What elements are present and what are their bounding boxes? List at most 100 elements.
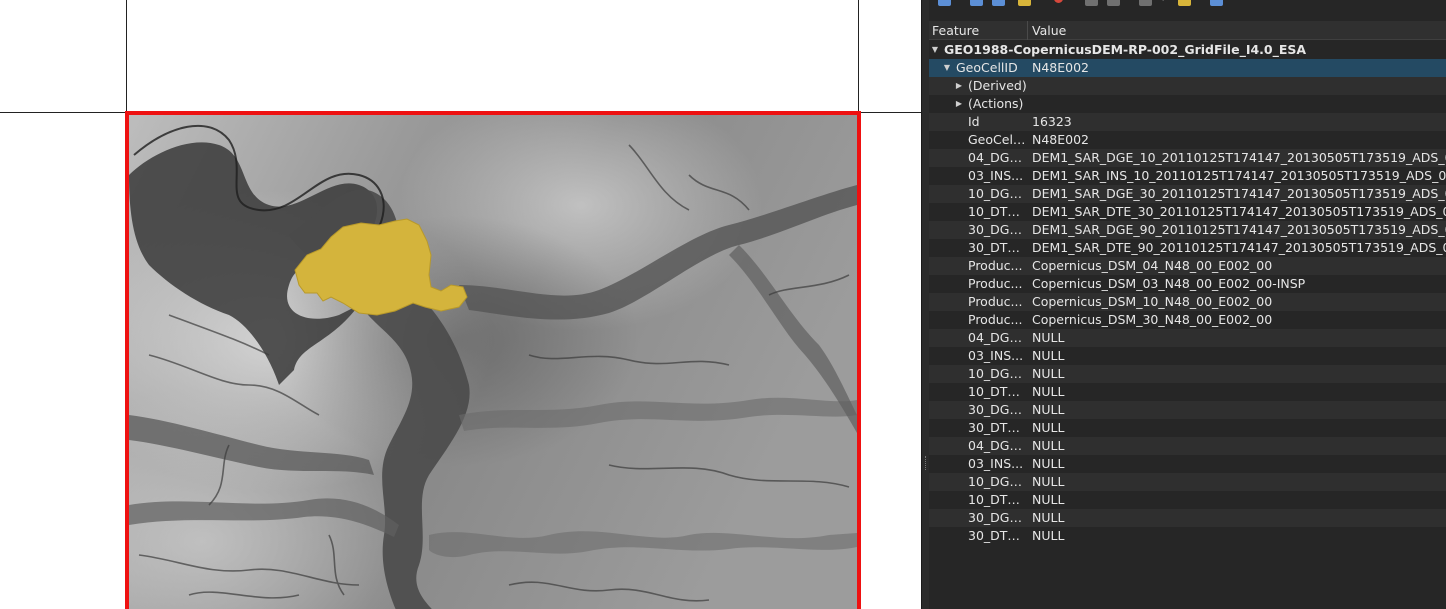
feature-value: NULL	[1032, 348, 1065, 363]
tree-row-geocellid[interactable]: ▼ GeoCellID N48E002	[929, 59, 1446, 77]
tree-row[interactable]: 03_INS... NULL	[929, 455, 1446, 473]
tree-row[interactable]: 30_DTE... DEM1_SAR_DTE_90_20110125T17414…	[929, 239, 1446, 257]
tree-row[interactable]: 10_DGE... NULL	[929, 365, 1446, 383]
map-canvas[interactable]	[0, 0, 921, 609]
collapsed-arrow-icon[interactable]: ▶	[954, 95, 964, 113]
tree-row[interactable]: 10_DTE... NULL	[929, 491, 1446, 509]
layer-name: GEO1988-CopernicusDEM-RP-002_GridFile_I4…	[944, 42, 1307, 57]
help-icon[interactable]	[1210, 0, 1223, 6]
grid-line	[858, 0, 859, 112]
feature-name: 10_DGE...	[968, 366, 1026, 381]
feature-name: 30_DTE...	[968, 420, 1026, 435]
feature-name: 30_DGE...	[968, 222, 1026, 237]
feature-value: NULL	[1032, 438, 1065, 453]
feature-value: NULL	[1032, 492, 1065, 507]
copy-feature-icon[interactable]	[1085, 0, 1098, 6]
selected-dem-tile[interactable]	[125, 111, 861, 609]
feature-name: 03_INS...	[968, 348, 1024, 363]
feature-column-header[interactable]: Feature	[932, 23, 979, 38]
tree-row[interactable]: Id 16323	[929, 113, 1446, 131]
feature-name: 10_DGE...	[968, 474, 1026, 489]
results-header: Feature Value	[929, 21, 1446, 40]
expand-new-icon[interactable]	[1018, 0, 1031, 6]
tree-row[interactable]: 30_DGE... DEM1_SAR_DGE_90_20110125T17414…	[929, 221, 1446, 239]
tree-row[interactable]: 04_DGE... NULL	[929, 437, 1446, 455]
feature-value: DEM1_SAR_DGE_30_20110125T174147_20130505…	[1032, 186, 1446, 201]
feature-value: NULL	[1032, 366, 1065, 381]
tree-row[interactable]: 04_DGE... DEM1_SAR_DGE_10_20110125T17414…	[929, 149, 1446, 167]
feature-name: (Actions)	[968, 96, 1024, 111]
value-column-header[interactable]: Value	[1032, 23, 1066, 38]
tree-row[interactable]: GeoCell... N48E002	[929, 131, 1446, 149]
feature-name: Id	[968, 114, 980, 129]
feature-value: DEM1_SAR_DTE_30_20110125T174147_20130505…	[1032, 204, 1446, 219]
identify-results-icon[interactable]	[938, 0, 951, 6]
expanded-arrow-icon[interactable]: ▼	[930, 41, 940, 59]
feature-value: 16323	[1032, 114, 1072, 129]
column-divider[interactable]	[1027, 21, 1028, 40]
feature-value: DEM1_SAR_DTE_90_20110125T174147_20130505…	[1032, 240, 1446, 255]
feature-value: NULL	[1032, 330, 1065, 345]
splitter-grip[interactable]	[925, 456, 927, 470]
feature-name: GeoCell...	[968, 132, 1026, 147]
feature-value: Copernicus_DSM_03_N48_00_E002_00-INSP	[1032, 276, 1306, 291]
feature-value: DEM1_SAR_INS_10_20110125T174147_20130505…	[1032, 168, 1446, 183]
tree-row[interactable]: 10_DGE... DEM1_SAR_DGE_30_20110125T17414…	[929, 185, 1446, 203]
feature-name: 04_DGE...	[968, 150, 1026, 165]
feature-name: 30_DTE...	[968, 240, 1026, 255]
identify-settings-icon[interactable]	[1178, 0, 1191, 6]
tree-row[interactable]: ▶ (Actions)	[929, 95, 1446, 113]
collapse-tree-icon[interactable]	[992, 0, 1005, 6]
clear-results-icon[interactable]	[1054, 0, 1063, 3]
tree-row[interactable]: 30_DGE... NULL	[929, 509, 1446, 527]
dem-raster	[129, 115, 857, 609]
select-features-icon[interactable]	[1139, 0, 1152, 6]
tree-row[interactable]: Produc... Copernicus_DSM_30_N48_00_E002_…	[929, 311, 1446, 329]
feature-value: NULL	[1032, 402, 1065, 417]
feature-name: 04_DGE...	[968, 438, 1026, 453]
tree-row[interactable]: 30_DGE... NULL	[929, 401, 1446, 419]
tree-row[interactable]: 10_DGE... NULL	[929, 473, 1446, 491]
tree-row[interactable]: 03_INS... DEM1_SAR_INS_10_20110125T17414…	[929, 167, 1446, 185]
panel-splitter[interactable]	[921, 0, 929, 609]
tree-row[interactable]: 10_DTE... DEM1_SAR_DTE_30_20110125T17414…	[929, 203, 1446, 221]
layer-node[interactable]: ▼ GEO1988-CopernicusDEM-RP-002_GridFile_…	[929, 41, 1446, 59]
feature-value: N48E002	[1032, 60, 1090, 75]
tree-row[interactable]: 03_INS... NULL	[929, 347, 1446, 365]
feature-value: DEM1_SAR_DGE_10_20110125T174147_20130505…	[1032, 150, 1446, 165]
feature-value: Copernicus_DSM_04_N48_00_E002_00	[1032, 258, 1273, 273]
feature-name: 03_INS...	[968, 456, 1024, 471]
collapsed-arrow-icon[interactable]: ▶	[954, 77, 964, 95]
tree-row[interactable]: 10_DTE... NULL	[929, 383, 1446, 401]
chevron-down-icon[interactable]: ▼	[1160, 0, 1166, 2]
expand-tree-icon[interactable]	[970, 0, 983, 6]
identify-results-panel: ▼ Feature Value ▼ GEO1988-CopernicusDEM-…	[929, 0, 1446, 609]
feature-name: (Derived)	[968, 78, 1027, 93]
feature-value: NULL	[1032, 528, 1065, 543]
identify-toolbar: ▼	[929, 0, 1446, 10]
feature-name: Produc...	[968, 312, 1023, 327]
expanded-arrow-icon[interactable]: ▼	[942, 59, 952, 77]
feature-name: 10_DTE...	[968, 492, 1026, 507]
feature-name: 03_INS...	[968, 168, 1024, 183]
feature-name: Produc...	[968, 294, 1023, 309]
feature-value: Copernicus_DSM_10_N48_00_E002_00	[1032, 294, 1273, 309]
feature-value: NULL	[1032, 510, 1065, 525]
feature-name: 30_DGE...	[968, 402, 1026, 417]
tree-row[interactable]: Produc... Copernicus_DSM_04_N48_00_E002_…	[929, 257, 1446, 275]
feature-value: NULL	[1032, 456, 1065, 471]
tree-row[interactable]: 30_DTE... NULL	[929, 419, 1446, 437]
feature-name: 10_DTE...	[968, 384, 1026, 399]
feature-name: 10_DGE...	[968, 186, 1026, 201]
tree-row[interactable]: 30_DTE... NULL	[929, 527, 1446, 545]
feature-value: NULL	[1032, 474, 1065, 489]
feature-value: DEM1_SAR_DGE_90_20110125T174147_20130505…	[1032, 222, 1446, 237]
tree-row[interactable]: Produc... Copernicus_DSM_10_N48_00_E002_…	[929, 293, 1446, 311]
print-icon[interactable]	[1107, 0, 1120, 6]
feature-name: Produc...	[968, 258, 1023, 273]
tree-row[interactable]: ▶ (Derived)	[929, 77, 1446, 95]
feature-name: 30_DGE...	[968, 510, 1026, 525]
tree-row[interactable]: 04_DGE... NULL	[929, 329, 1446, 347]
tree-row[interactable]: Produc... Copernicus_DSM_03_N48_00_E002_…	[929, 275, 1446, 293]
grid-line	[126, 0, 127, 112]
